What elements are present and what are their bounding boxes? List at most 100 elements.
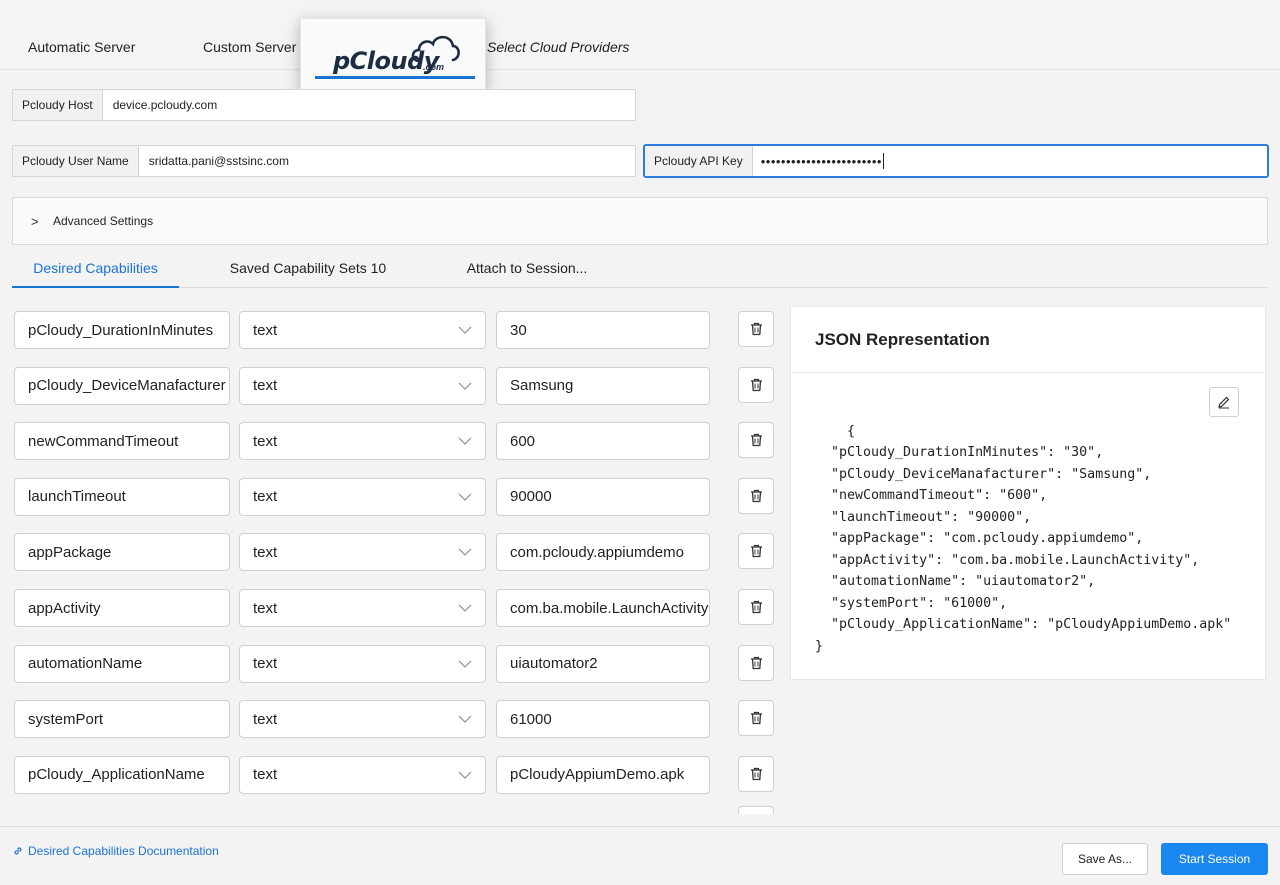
- json-content: { "pCloudy_DurationInMinutes": "30", "pC…: [791, 373, 1265, 673]
- capability-type-select[interactable]: text: [239, 477, 486, 516]
- capability-type-select[interactable]: text: [239, 755, 486, 794]
- footer-divider: [0, 826, 1280, 827]
- capability-value-input[interactable]: Samsung: [496, 366, 710, 405]
- capability-name-text: automationName: [28, 655, 143, 673]
- delete-capability-button[interactable]: [738, 589, 774, 625]
- active-tab-indicator: [315, 76, 475, 79]
- delete-capability-button[interactable]: [738, 311, 774, 347]
- capability-row: newCommandTimeout text 600: [0, 422, 780, 461]
- capability-value-input[interactable]: 600: [496, 422, 710, 461]
- capability-name-text: pCloudy_DurationInMinutes: [28, 321, 214, 339]
- json-text: { "pCloudy_DurationInMinutes": "30", "pC…: [815, 423, 1232, 654]
- apikey-masked-value: ••••••••••••••••••••••••: [760, 153, 882, 169]
- save-as-button[interactable]: Save As...: [1062, 843, 1148, 875]
- trash-icon: [750, 434, 762, 447]
- capability-type-select[interactable]: text: [239, 589, 486, 627]
- capability-name-text: newCommandTimeout: [28, 432, 179, 450]
- capability-row: appActivity text com.ba.mobile.LaunchActiv…: [0, 589, 780, 627]
- chevron-right-icon: >: [31, 213, 39, 229]
- capability-value-input[interactable]: uiautomator2: [496, 644, 710, 683]
- capability-name-input[interactable]: pCloudy_ApplicationName: [14, 755, 230, 794]
- edit-json-button[interactable]: [1209, 387, 1239, 417]
- capability-type-text: text: [253, 655, 278, 673]
- tab-pcloudy-provider[interactable]: pCloudy .com: [300, 18, 486, 90]
- pcloudy-username-input[interactable]: [138, 146, 635, 176]
- delete-capability-button[interactable]: [738, 644, 774, 681]
- capability-name-text: launchTimeout: [28, 488, 126, 506]
- tab-desired-capabilities[interactable]: Desired Capabilities: [12, 248, 179, 288]
- trash-icon: [750, 545, 762, 558]
- start-session-button[interactable]: Start Session: [1161, 843, 1268, 875]
- trash-icon: [750, 378, 762, 391]
- capability-value-input[interactable]: 61000: [496, 700, 710, 739]
- capability-name-input[interactable]: newCommandTimeout: [14, 422, 230, 461]
- capability-value-text: com.ba.mobile.LaunchActivity: [510, 599, 709, 617]
- capability-name-input[interactable]: automationName: [14, 644, 230, 683]
- capability-name-text: appActivity: [28, 599, 101, 617]
- capability-value-text: 61000: [510, 710, 552, 728]
- capability-type-select[interactable]: text: [239, 533, 486, 572]
- chevron-down-icon: [458, 437, 472, 446]
- trash-icon: [750, 712, 762, 725]
- capability-name-text: pCloudy_DeviceManafacturer: [28, 377, 226, 395]
- pcloudy-username-group: Pcloudy User Name: [12, 145, 636, 177]
- pcloudy-host-input[interactable]: [102, 90, 635, 120]
- capability-value-text: 90000: [510, 488, 552, 506]
- chevron-down-icon: [458, 493, 472, 501]
- pcloudy-apikey-group: Pcloudy API Key ••••••••••••••••••••••••: [644, 145, 1268, 177]
- delete-capability-button[interactable]: [738, 477, 774, 514]
- capability-value-text: 30: [510, 321, 527, 339]
- capability-value-input[interactable]: 90000: [496, 477, 710, 516]
- capability-type-text: text: [253, 710, 278, 728]
- capability-type-text: text: [253, 432, 278, 450]
- capability-type-text: text: [253, 543, 278, 561]
- capability-row: appPackage text com.pcloudy.appiumdemo: [0, 533, 780, 572]
- capability-name-text: systemPort: [28, 710, 104, 728]
- desired-capabilities-docs-link[interactable]: Desired Capabilities Documentation: [12, 844, 219, 858]
- trash-icon: [750, 322, 762, 336]
- capability-value-input[interactable]: 30: [496, 311, 710, 349]
- capability-type-select[interactable]: text: [239, 311, 486, 349]
- advanced-settings-toggle[interactable]: > Advanced Settings: [12, 197, 1268, 245]
- capability-type-select[interactable]: text: [239, 644, 486, 683]
- chevron-down-icon: [458, 326, 472, 334]
- capability-value-text: 600: [510, 432, 536, 450]
- capability-name-input[interactable]: appActivity: [14, 589, 230, 627]
- capability-value-input[interactable]: com.pcloudy.appiumdemo: [496, 533, 710, 572]
- trash-icon: [750, 656, 762, 669]
- capability-name-input[interactable]: appPackage: [14, 533, 230, 572]
- delete-capability-button[interactable]: [738, 700, 774, 737]
- delete-capability-button[interactable]: [738, 422, 774, 459]
- trash-icon: [750, 489, 762, 502]
- tab-automatic-server[interactable]: Automatic Server: [28, 39, 135, 55]
- capability-name-input[interactable]: systemPort: [14, 700, 230, 739]
- capability-name-input[interactable]: pCloudy_DurationInMinutes: [14, 311, 230, 349]
- add-capability-button[interactable]: [738, 806, 774, 814]
- capability-value-text: Samsung: [510, 377, 574, 395]
- tab-saved-capability-sets[interactable]: Saved Capability Sets 10: [217, 248, 399, 288]
- capability-name-text: pCloudy_ApplicationName: [28, 766, 205, 784]
- capability-tabs: Desired Capabilities Saved Capability Se…: [12, 248, 1268, 288]
- chevron-down-icon: [458, 548, 472, 557]
- capability-type-select[interactable]: text: [239, 700, 486, 739]
- chevron-down-icon: [458, 771, 472, 779]
- capability-row: automationName text uiautomator2: [0, 644, 780, 683]
- capability-type-text: text: [253, 321, 278, 339]
- pcloudy-apikey-input[interactable]: ••••••••••••••••••••••••: [753, 146, 1267, 176]
- capability-row: systemPort text 61000: [0, 700, 780, 739]
- capability-type-select[interactable]: text: [239, 366, 486, 405]
- tab-attach-to-session[interactable]: Attach to Session...: [442, 248, 612, 288]
- capability-name-input[interactable]: pCloudy_DeviceManafacturer: [14, 366, 230, 405]
- json-representation-panel: JSON Representation { "pCloudy_DurationI…: [790, 306, 1266, 680]
- delete-capability-button[interactable]: [738, 533, 774, 570]
- chevron-down-icon: [458, 604, 472, 612]
- capability-value-input[interactable]: pCloudyAppiumDemo.apk: [496, 755, 710, 794]
- capability-name-input[interactable]: launchTimeout: [14, 477, 230, 516]
- capability-type-select[interactable]: text: [239, 422, 486, 461]
- capability-value-input[interactable]: com.ba.mobile.LaunchActivity: [496, 589, 710, 627]
- delete-capability-button[interactable]: [738, 366, 774, 403]
- tab-select-cloud-providers[interactable]: Select Cloud Providers: [487, 39, 629, 55]
- delete-capability-button[interactable]: [738, 755, 774, 792]
- link-icon: [14, 847, 22, 855]
- tab-custom-server[interactable]: Custom Server: [203, 39, 296, 55]
